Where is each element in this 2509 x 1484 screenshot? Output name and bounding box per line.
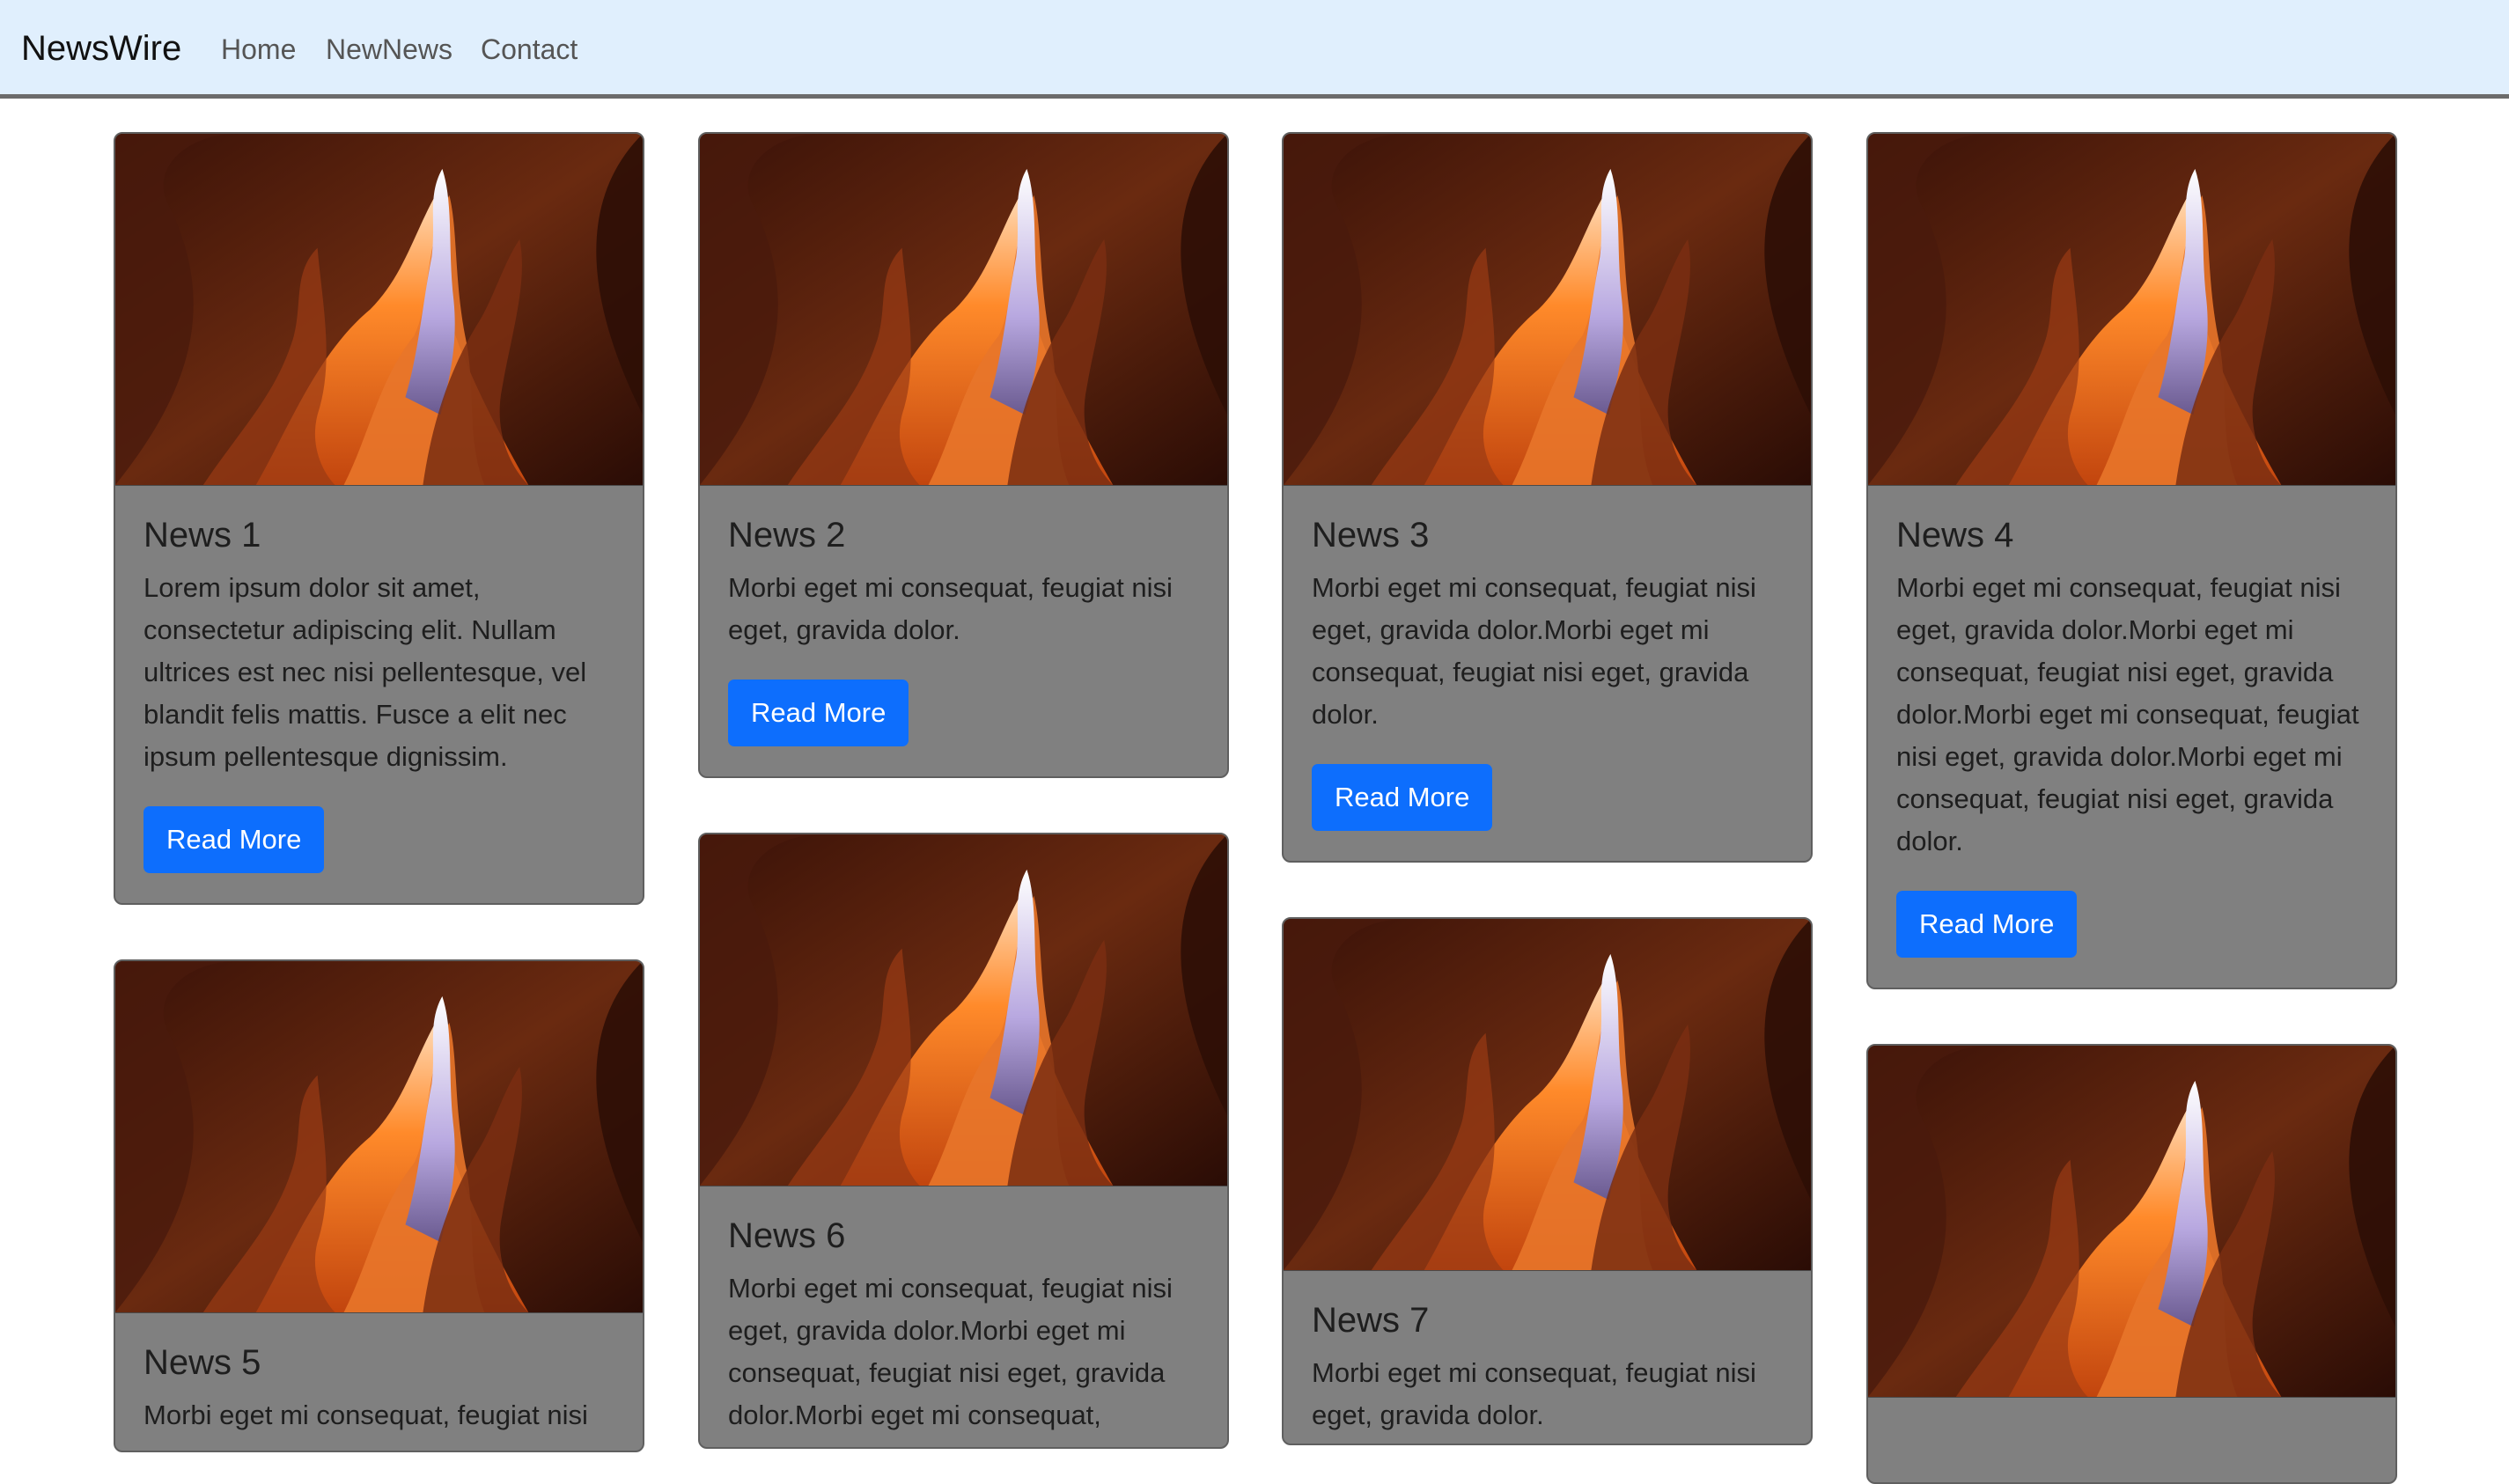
card-title: News 7: [1312, 1301, 1430, 1340]
navbar: NewsWire Home NewNews Contact: [0, 0, 2509, 99]
news-card-8: [1866, 1044, 2397, 1484]
read-more-button[interactable]: Read More: [1312, 764, 1493, 831]
card-title: News 3: [1312, 516, 1430, 555]
news-card-3: News 3 Morbi eget mi consequat, feugiat …: [1282, 132, 1813, 863]
card-title: News 2: [728, 516, 846, 555]
card-image: [700, 834, 1227, 1186]
card-title: News 4: [1896, 516, 2014, 555]
card-title: News 6: [728, 1216, 846, 1255]
nav-link-newnews[interactable]: NewNews: [326, 30, 453, 69]
card-image: [700, 134, 1227, 486]
card-text: Morbi eget mi consequat, feugiat nisi eg…: [1312, 572, 1756, 730]
card-image: [1284, 919, 1811, 1271]
card-image: [1868, 1046, 2395, 1398]
card-image: [115, 134, 643, 486]
nav-link-contact[interactable]: Contact: [481, 30, 578, 69]
news-card-7: News 7 Morbi eget mi consequat, feugiat …: [1282, 917, 1813, 1445]
card-image: [1868, 134, 2395, 486]
card-text: Morbi eget mi consequat, feugiat nisi: [143, 1400, 588, 1430]
brand-logo[interactable]: NewsWire: [21, 26, 181, 70]
read-more-button[interactable]: Read More: [1896, 891, 2078, 958]
news-card-1: News 1 Lorem ipsum dolor sit amet, conse…: [114, 132, 644, 905]
read-more-button[interactable]: Read More: [143, 806, 325, 873]
card-image: [115, 961, 643, 1313]
news-card-5: News 5 Morbi eget mi consequat, feugiat …: [114, 959, 644, 1452]
nav-link-home[interactable]: Home: [221, 30, 296, 69]
card-text: Morbi eget mi consequat, feugiat nisi eg…: [1896, 572, 2359, 856]
news-card-6: News 6 Morbi eget mi consequat, feugiat …: [698, 833, 1229, 1449]
news-card-2: News 2 Morbi eget mi consequat, feugiat …: [698, 132, 1229, 778]
read-more-button[interactable]: Read More: [728, 680, 909, 746]
card-title: News 1: [143, 516, 261, 555]
card-image: [1284, 134, 1811, 486]
news-card-4: News 4 Morbi eget mi consequat, feugiat …: [1866, 132, 2397, 989]
card-text: Morbi eget mi consequat, feugiat nisi eg…: [728, 1273, 1173, 1430]
card-text: Lorem ipsum dolor sit amet, consectetur …: [143, 572, 587, 772]
card-text: Morbi eget mi consequat, feugiat nisi eg…: [1312, 1357, 1756, 1430]
card-text: Morbi eget mi consequat, feugiat nisi eg…: [728, 572, 1173, 645]
card-title: News 5: [143, 1343, 261, 1382]
